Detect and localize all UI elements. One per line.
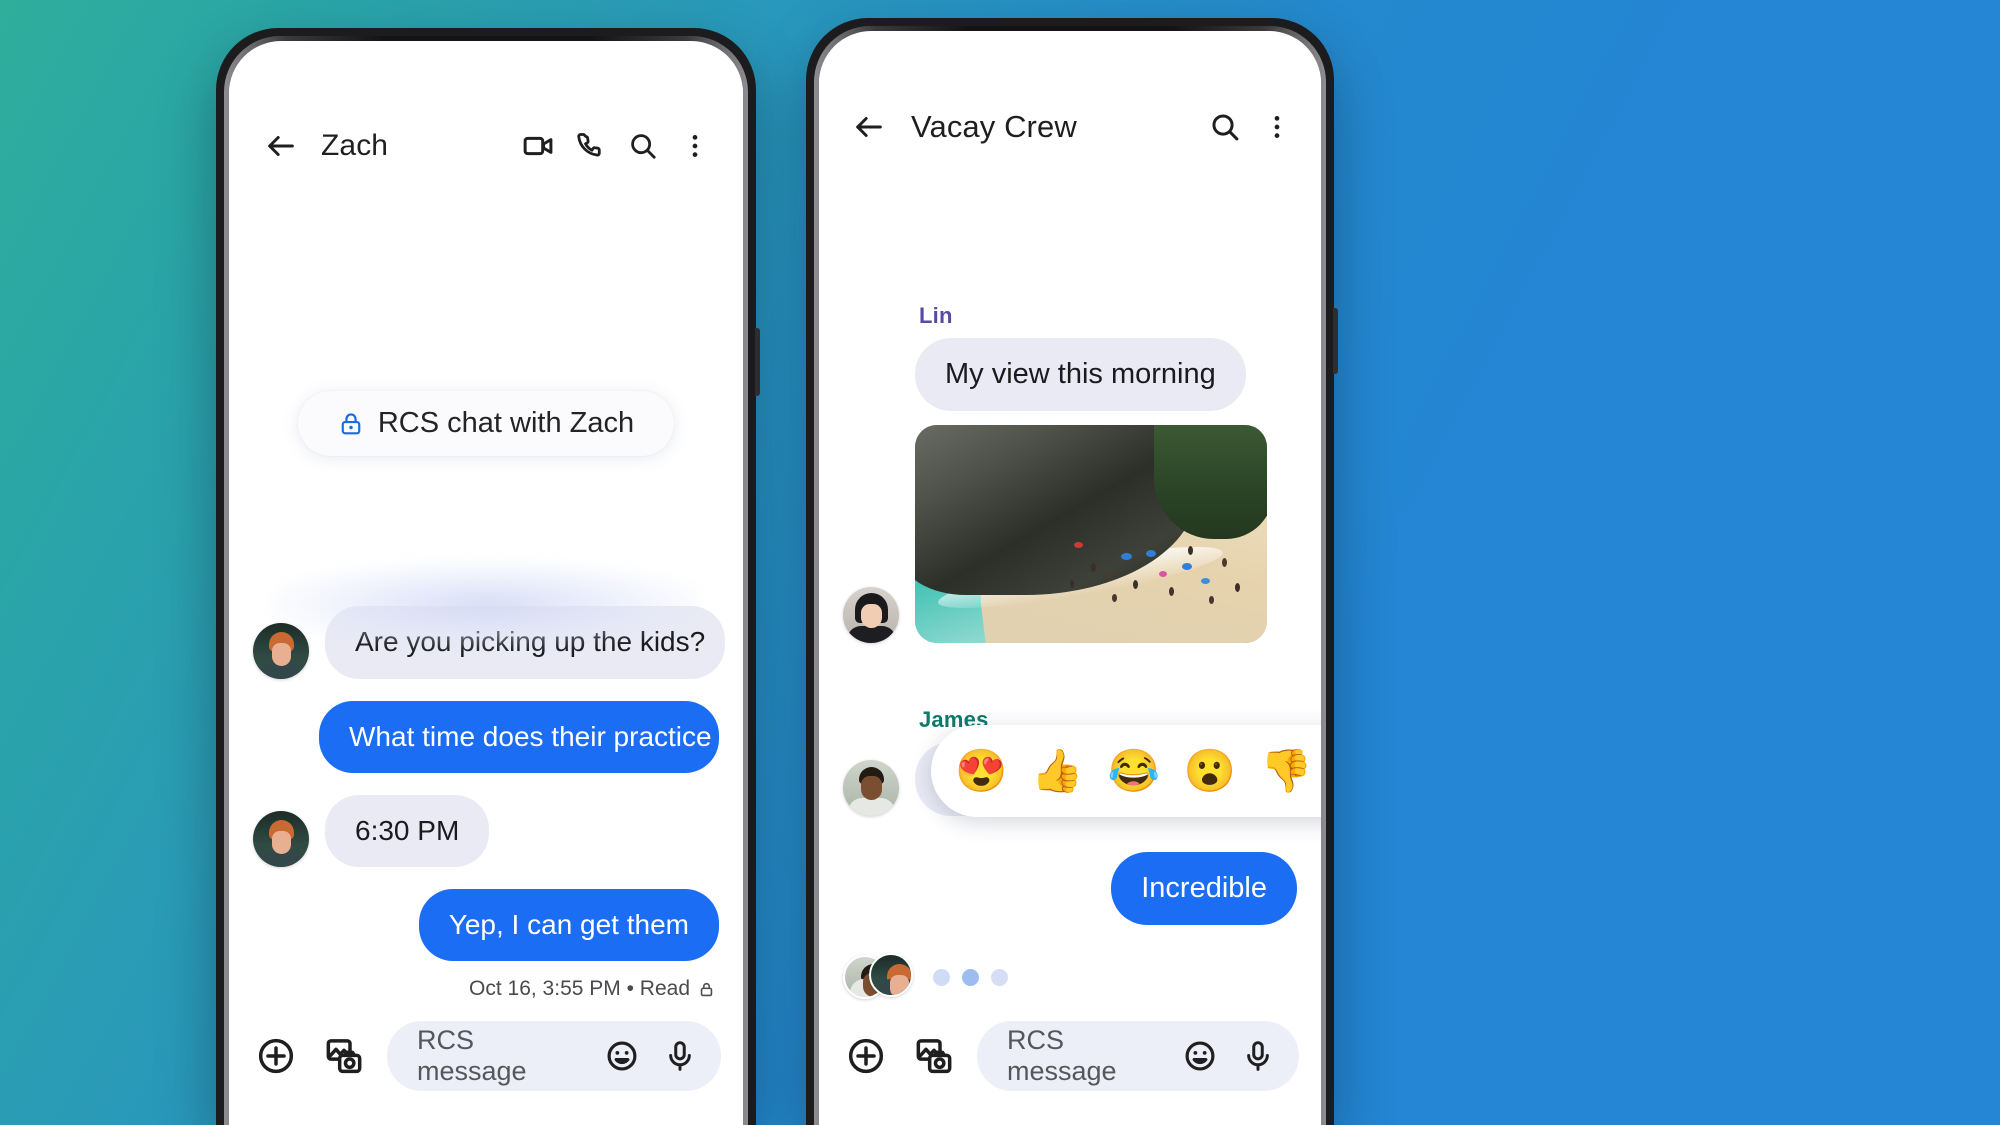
phone-right-bezel: Vacay Crew Lin My view this morning Jame…: [814, 26, 1326, 1125]
message-bubble[interactable]: What time does their practice end?: [319, 700, 743, 773]
gallery-icon[interactable]: [909, 1031, 959, 1081]
reaction-joy-icon[interactable]: 😂: [1108, 750, 1160, 792]
message-bubble[interactable]: Yep, I can get them: [418, 888, 719, 961]
message-row: Incredible: [819, 851, 1321, 925]
message-thread-right: Lin My view this morning James Incredibl…: [819, 183, 1321, 1007]
phone-right-screen: Vacay Crew Lin My view this morning Jame…: [819, 31, 1321, 1125]
phone-call-icon[interactable]: [565, 120, 617, 172]
video-call-icon[interactable]: [513, 120, 565, 172]
microphone-icon[interactable]: [1237, 1035, 1279, 1077]
beach-crowd: [1049, 512, 1260, 625]
sender-name: Lin: [919, 302, 953, 328]
emoji-icon[interactable]: [601, 1035, 643, 1077]
message-group: Lin My view this morning: [915, 302, 1267, 644]
add-attachment-icon[interactable]: [841, 1031, 891, 1081]
message-bubble[interactable]: My view this morning: [915, 337, 1246, 412]
add-attachment-icon[interactable]: [251, 1031, 301, 1081]
lock-icon: [698, 980, 715, 999]
typing-indicator: [819, 953, 1321, 1001]
reaction-thumbs-up-icon[interactable]: 👍: [1031, 750, 1083, 792]
phone-left-screen: Zach RCS chat with Zach What time does t…: [229, 41, 743, 1125]
page-title: Zach: [321, 129, 389, 162]
conversation-appbar-left: Zach: [229, 87, 743, 205]
message-input-pill[interactable]: RCS message: [977, 1021, 1299, 1091]
reaction-heart-eyes-icon[interactable]: 😍: [955, 750, 1007, 792]
search-icon[interactable]: [1199, 101, 1251, 153]
message-input-placeholder: RCS message: [1007, 1025, 1117, 1086]
more-options-icon[interactable]: [1251, 101, 1303, 153]
message-input-placeholder: RCS message: [417, 1025, 527, 1086]
typing-avatars: [843, 953, 919, 1001]
rcs-chat-banner: RCS chat with Zach: [297, 391, 675, 456]
back-icon[interactable]: [843, 101, 895, 153]
back-icon[interactable]: [255, 120, 307, 172]
typing-dots: [933, 968, 1008, 986]
avatar: [253, 622, 309, 679]
message-status: Oct 16, 3:55 PM • Read: [229, 961, 743, 1001]
lock-icon: [338, 410, 364, 438]
microphone-icon[interactable]: [659, 1035, 701, 1077]
avatar: [843, 587, 899, 644]
screenshot-stage: Zach RCS chat with Zach What time does t…: [0, 0, 2000, 1125]
phone-right: Vacay Crew Lin My view this morning Jame…: [806, 18, 1338, 1125]
page-title: Vacay Crew: [911, 109, 1077, 144]
banner-glow: [271, 561, 701, 647]
message-bubble[interactable]: 6:30 PM: [325, 794, 490, 867]
more-options-icon[interactable]: [669, 120, 721, 172]
phone-left-bezel: Zach RCS chat with Zach What time does t…: [224, 36, 748, 1125]
message-list-right: Lin My view this morning James Incredibl…: [819, 267, 1321, 1007]
message-bubble[interactable]: Incredible: [1111, 851, 1297, 925]
composer-right: RCS message: [819, 1007, 1321, 1125]
photo-attachment[interactable]: [915, 425, 1267, 644]
reaction-picker[interactable]: 😍 👍 😂 😮 👎: [931, 725, 1321, 817]
composer-left: RCS message: [229, 1007, 743, 1125]
rcs-banner-text: RCS chat with Zach: [377, 407, 635, 439]
message-thread-left: RCS chat with Zach Are you picking up th…: [229, 205, 743, 1007]
message-input-pill[interactable]: RCS message: [387, 1021, 721, 1091]
gallery-icon[interactable]: [319, 1031, 369, 1081]
message-status-text: Oct 16, 3:55 PM • Read: [469, 977, 690, 1000]
reaction-surprised-icon[interactable]: 😮: [1184, 750, 1236, 792]
search-icon[interactable]: [617, 120, 669, 172]
message-row: Lin My view this morning: [819, 302, 1321, 644]
reaction-thumbs-down-icon[interactable]: 👎: [1260, 750, 1312, 792]
phone-left: Zach RCS chat with Zach What time does t…: [216, 28, 760, 1125]
message-row: Yep, I can get them: [229, 888, 743, 961]
avatar: [253, 810, 309, 867]
message-row: 6:30 PM: [229, 794, 743, 867]
message-list-left: Are you picking up the kids? What time d…: [229, 584, 743, 1007]
emoji-icon[interactable]: [1179, 1035, 1221, 1077]
avatar: [843, 759, 899, 816]
conversation-appbar-right: Vacay Crew: [819, 71, 1321, 183]
avatar: [869, 953, 913, 997]
message-row: What time does their practice end?: [229, 700, 743, 773]
